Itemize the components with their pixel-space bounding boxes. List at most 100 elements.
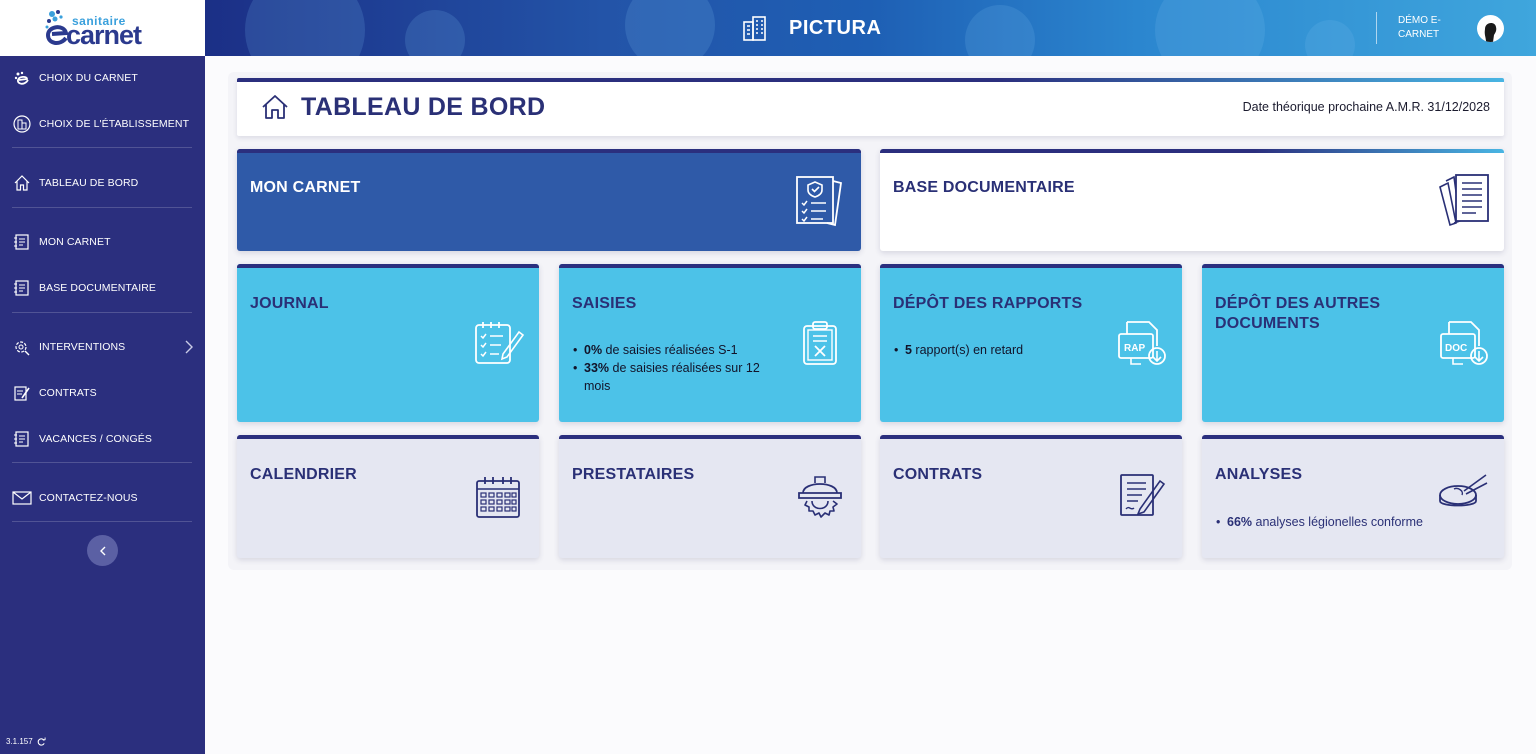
divider <box>12 147 192 148</box>
tile-depot-rapports[interactable]: DÉPÔT DES RAPPORTS 5 rapport(s) en retar… <box>880 264 1182 422</box>
header-decoration <box>625 0 715 56</box>
refresh-icon[interactable] <box>37 737 46 746</box>
collapse-sidebar-button[interactable] <box>87 535 118 566</box>
header-decoration <box>245 0 365 56</box>
sidebar-item-choix-carnet[interactable]: CHOIX DU CARNET <box>0 62 205 94</box>
accent-line <box>559 435 861 439</box>
accent-line <box>237 149 861 153</box>
worker-helmet-gear-icon <box>798 476 842 518</box>
divider <box>12 521 192 522</box>
divider <box>12 207 192 208</box>
stat-text: de saisies réalisées S-1 <box>602 343 738 357</box>
document-upload-icon: DOC <box>1440 321 1488 365</box>
tile-analyses[interactable]: ANALYSES 66% analyses légionelles confor… <box>1202 435 1504 558</box>
home-icon <box>262 95 288 119</box>
tile-title: MON CARNET <box>250 179 361 196</box>
version-label: 3.1.157 <box>6 737 46 746</box>
tile-title: BASE DOCUMENTAIRE <box>893 179 1075 196</box>
tile-title: CALENDRIER <box>250 466 357 483</box>
logo-bottom-text: carnet <box>66 20 142 50</box>
documents-icon <box>12 278 32 298</box>
stat-value: 5 <box>905 343 912 357</box>
header-decoration <box>965 5 1035 56</box>
tile-title: ANALYSES <box>1215 466 1303 483</box>
journal-checklist-icon <box>475 322 525 364</box>
sidebar-item-base-documentaire[interactable]: BASE DOCUMENTAIRE <box>0 272 205 304</box>
tile-title: JOURNAL <box>250 295 329 312</box>
sidebar-item-interventions[interactable]: INTERVENTIONS <box>0 331 205 363</box>
accent-line <box>1202 264 1504 268</box>
list-item: 33% de saisies réalisées sur 12 mois <box>572 359 782 395</box>
top-header: PICTURA DÉMO E-CARNET <box>205 0 1536 56</box>
sidebar-item-label: CONTACTEZ-NOUS <box>39 492 138 504</box>
stat-text: analyses légionelles conforme <box>1252 515 1423 529</box>
tile-mon-carnet[interactable]: MON CARNET <box>237 149 861 251</box>
sidebar-item-tableau-de-bord[interactable]: TABLEAU DE BORD <box>0 167 205 199</box>
notebook-icon <box>12 232 32 252</box>
accent-line <box>237 78 1504 82</box>
carnet-logo-icon <box>12 68 32 88</box>
saisies-stats: 0% de saisies réalisées S-1 33% de saisi… <box>572 341 782 395</box>
header-decoration <box>1305 20 1355 56</box>
header-decoration <box>1155 0 1265 56</box>
sidebar-item-label: CHOIX DU CARNET <box>39 72 138 84</box>
list-item: 5 rapport(s) en retard <box>893 341 1113 359</box>
tile-prestataires[interactable]: PRESTATAIRES <box>559 435 861 558</box>
next-amr-date: Date théorique prochaine A.M.R. 31/12/20… <box>1242 100 1490 114</box>
list-item: 66% analyses légionelles conforme <box>1215 513 1445 531</box>
sidebar-item-mon-carnet[interactable]: MON CARNET <box>0 226 205 258</box>
contract-icon <box>12 383 32 403</box>
version-number: 3.1.157 <box>6 737 33 746</box>
sidebar-item-label: CHOIX DE L'ÉTABLISSEMENT <box>39 118 190 130</box>
tile-depot-autres[interactable]: DÉPÔT DES AUTRES DOCUMENTS DOC <box>1202 264 1504 422</box>
tile-calendrier[interactable]: CALENDRIER <box>237 435 539 558</box>
accent-line <box>1202 435 1504 439</box>
sidebar-item-contactez-nous[interactable]: CONTACTEZ-NOUS <box>0 482 205 514</box>
sidebar-item-label: MON CARNET <box>39 236 111 248</box>
sidebar-item-vacances[interactable]: VACANCES / CONGÉS <box>0 423 205 455</box>
app-name: PICTURA <box>789 16 882 39</box>
tile-title: DÉPÔT DES RAPPORTS <box>893 295 1083 312</box>
calendar-icon <box>476 477 520 518</box>
document-icon-label: DOC <box>1445 343 1467 354</box>
tile-title: CONTRATS <box>893 466 983 483</box>
accent-line <box>237 264 539 268</box>
building-icon <box>12 114 32 134</box>
divider <box>12 312 192 313</box>
list-item: 0% de saisies réalisées S-1 <box>572 341 782 359</box>
mail-icon <box>12 488 32 508</box>
divider <box>1376 12 1377 44</box>
avatar[interactable] <box>1477 15 1504 42</box>
tile-contrats[interactable]: CONTRATS <box>880 435 1182 558</box>
clipboard-x-icon <box>803 321 837 365</box>
sidebar-item-label: TABLEAU DE BORD <box>39 177 139 189</box>
tile-saisies[interactable]: SAISIES 0% de saisies réalisées S-1 33% … <box>559 264 861 422</box>
sidebar: sanitaire carnet CHOIX DU CARNET CHOIX D… <box>0 0 205 754</box>
tile-title: PRESTATAIRES <box>572 466 695 483</box>
user-name[interactable]: DÉMO E-CARNET <box>1398 14 1458 42</box>
accent-line <box>559 264 861 268</box>
stat-value: 66% <box>1227 515 1253 529</box>
tile-title: DÉPÔT DES AUTRES DOCUMENTS <box>1215 295 1381 332</box>
sidebar-item-contrats[interactable]: CONTRATS <box>0 377 205 409</box>
sidebar-item-label: VACANCES / CONGÉS <box>39 433 152 445</box>
petri-dish-icon <box>1439 474 1488 507</box>
sidebar-item-label: INTERVENTIONS <box>39 341 126 353</box>
page-title: TABLEAU DE BORD <box>301 93 546 121</box>
tools-icon <box>12 337 32 357</box>
contract-pen-icon <box>1120 474 1166 516</box>
accent-line <box>880 149 1504 153</box>
logo[interactable]: sanitaire carnet <box>0 0 205 56</box>
sidebar-item-label: CONTRATS <box>39 387 97 399</box>
documents-stack-icon <box>1439 174 1489 227</box>
tile-journal[interactable]: JOURNAL <box>237 264 539 422</box>
stat-value: 33% <box>584 361 610 375</box>
user-silhouette-icon <box>1484 23 1497 42</box>
stat-text: rapport(s) en retard <box>911 343 1024 357</box>
rapports-stats: 5 rapport(s) en retard <box>893 341 1113 359</box>
tile-base-documentaire[interactable]: BASE DOCUMENTAIRE <box>880 149 1504 251</box>
stat-text: de saisies réalisées sur 12 mois <box>584 361 760 393</box>
accent-line <box>880 264 1182 268</box>
sidebar-item-choix-etablissement[interactable]: CHOIX DE L'ÉTABLISSEMENT <box>0 108 205 140</box>
building-icon <box>743 16 766 41</box>
